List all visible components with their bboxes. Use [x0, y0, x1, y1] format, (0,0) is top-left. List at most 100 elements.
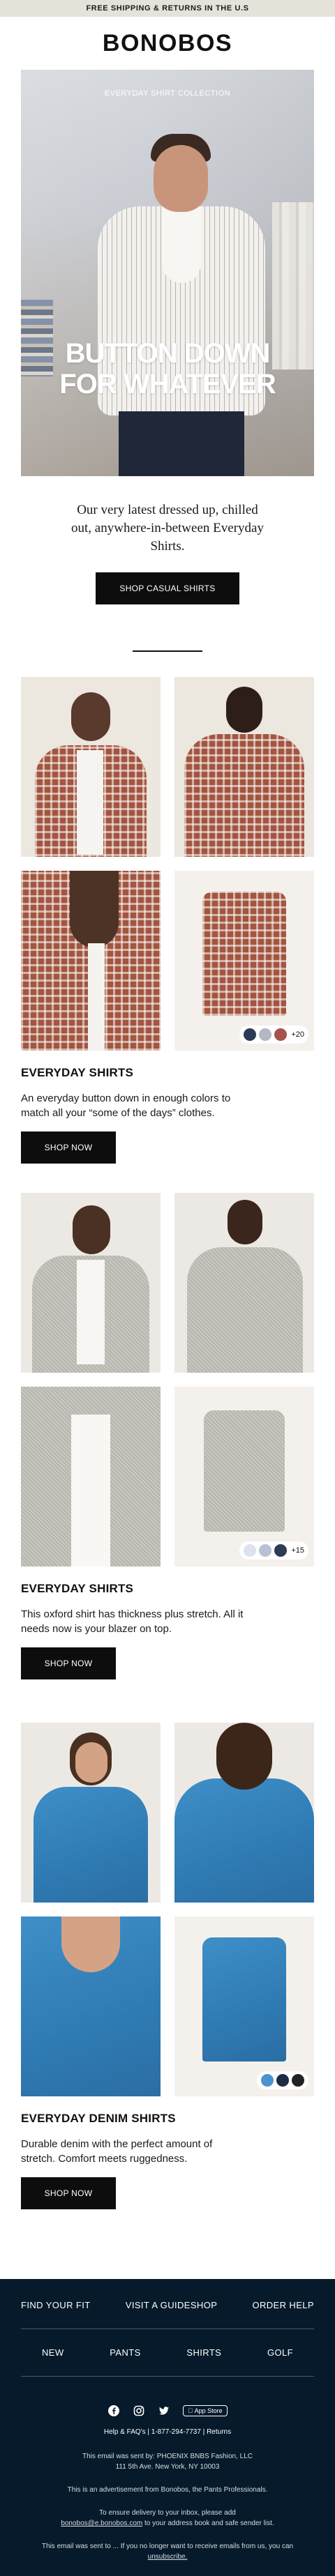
model-hair-back-graphic [216, 1723, 272, 1790]
shop-now-button[interactable]: SHOP NOW [21, 1131, 116, 1164]
flat-shirt-graphic [202, 892, 286, 1016]
social-links:  App Store [21, 2404, 314, 2417]
footer-nav-primary: FIND YOUR FIT VISIT A GUIDESHOP ORDER HE… [21, 2300, 314, 2310]
product-image-flat[interactable]: +15 [174, 1387, 314, 1567]
app-store-badge[interactable]:  App Store [183, 2405, 228, 2416]
flat-shirt-graphic [202, 1937, 286, 2061]
shirt-graphic [34, 1787, 148, 1903]
swatch-1[interactable] [261, 2074, 274, 2087]
undershirt-detail-graphic [71, 1415, 110, 1567]
hero-banner[interactable]: EVERYDAY SHIRT COLLECTION BUTTON DOWN FO… [21, 70, 314, 476]
shipping-banner[interactable]: FREE SHIPPING & RETURNS IN THE U.S [0, 0, 335, 17]
product-image-back[interactable] [174, 1193, 314, 1373]
color-swatches[interactable]: +20 [239, 1026, 308, 1044]
product-image-flat[interactable] [174, 1916, 314, 2096]
shipping-banner-text: FREE SHIPPING & RETURNS IN THE U.S [86, 4, 249, 13]
shop-now-button[interactable]: SHOP NOW [21, 2177, 116, 2209]
product-image-front[interactable] [21, 677, 161, 857]
product-section-check-shirts: +20 EVERYDAY SHIRTS An everyday button d… [0, 677, 335, 1164]
twitter-icon[interactable] [158, 2404, 170, 2417]
footer-address: 111 5th Ave. New York, NY 10003 [115, 2463, 220, 2471]
footer-legal-sender: This email was sent by: PHOENIX BNBS Fas… [21, 2451, 314, 2472]
product-image-flat[interactable]: +20 [174, 871, 314, 1051]
footer-link-pants[interactable]: PANTS [110, 2347, 140, 2358]
product-image-back[interactable] [174, 1723, 314, 1903]
shop-now-button[interactable]: SHOP NOW [21, 1647, 116, 1679]
hero-model-tee [162, 206, 201, 283]
product-image-detail[interactable] [21, 1387, 161, 1567]
model-head-back-graphic [228, 1200, 262, 1244]
hero-collection-label: EVERYDAY SHIRT COLLECTION [104, 89, 231, 98]
swatch-1[interactable] [244, 1544, 257, 1557]
model-head-graphic [71, 692, 110, 741]
color-swatches[interactable] [257, 2071, 308, 2089]
swatch-1[interactable] [244, 1028, 257, 1041]
swatch-3[interactable] [274, 1028, 288, 1041]
footer-link-find-your-fit[interactable]: FIND YOUR FIT [21, 2300, 91, 2310]
facebook-icon[interactable] [107, 2404, 120, 2417]
product-image-detail[interactable] [21, 871, 161, 1051]
footer-unsubscribe-notice: This email was sent to ... If you no lon… [21, 2541, 314, 2562]
product-image-front[interactable] [21, 1193, 161, 1373]
apple-icon:  [188, 2407, 193, 2414]
footer-sent-by: This email was sent by: PHOENIX BNBS Fas… [82, 2453, 253, 2460]
color-swatches[interactable]: +15 [239, 1541, 308, 1560]
model-neck-graphic [70, 871, 119, 947]
footer-nav-categories: NEW PANTS SHIRTS GOLF [21, 2347, 314, 2358]
footer-link-visit-guideshop[interactable]: VISIT A GUIDESHOP [126, 2300, 218, 2310]
footer-link-golf[interactable]: GOLF [267, 2347, 293, 2358]
section-divider [133, 650, 202, 652]
footer-delivery-email-link[interactable]: bonobos@e.bonobos.com [61, 2520, 142, 2527]
footer-delivery-line1: To ensure delivery to your inbox, please… [99, 2509, 236, 2517]
footer-delivery-notice: To ensure delivery to your inbox, please… [21, 2508, 314, 2529]
hero-headline-line2: FOR WHATEVER [59, 369, 276, 399]
hero-headline-line1: BUTTON DOWN [65, 338, 271, 369]
undershirt-graphic [77, 750, 103, 855]
product-title: EVERYDAY SHIRTS [21, 1066, 134, 1079]
hero-model-pants [119, 411, 244, 476]
model-neck-graphic [61, 1916, 120, 1972]
more-colors-count[interactable]: +20 [291, 1030, 304, 1039]
shop-casual-shirts-button[interactable]: SHOP CASUAL SHIRTS [96, 572, 239, 604]
product-title: EVERYDAY SHIRTS [21, 1582, 134, 1595]
product-description: An everyday button down in enough colors… [21, 1092, 231, 1119]
product-image-front[interactable] [21, 1723, 161, 1903]
app-store-label: App Store [191, 2407, 223, 2414]
product-description: This oxford shirt has thickness plus str… [21, 1608, 244, 1635]
product-description: Durable denim with the perfect amount of… [21, 2138, 213, 2165]
undershirt-graphic [77, 1260, 105, 1364]
instagram-icon[interactable] [133, 2404, 145, 2417]
swatch-2[interactable] [259, 1544, 272, 1557]
footer-link-new[interactable]: NEW [42, 2347, 64, 2358]
brand-logo-text: BONOBOS [102, 29, 233, 56]
swatch-3[interactable] [292, 2074, 304, 2087]
brand-logo[interactable]: BONOBOS [0, 17, 335, 70]
model-head-graphic [73, 1205, 110, 1254]
model-head-back-graphic [226, 687, 262, 733]
footer-link-order-help[interactable]: ORDER HELP [252, 2300, 314, 2310]
product-image-detail[interactable] [21, 1916, 161, 2096]
hero-headline: BUTTON DOWN FOR WHATEVER [21, 338, 314, 399]
swatch-2[interactable] [259, 1028, 272, 1041]
placket-graphic [88, 943, 105, 1051]
shirt-back-graphic [174, 1778, 314, 1903]
footer-help-links[interactable]: Help & FAQ's | 1-877-294-7737 | Returns [21, 2428, 314, 2436]
footer-link-shirts[interactable]: SHIRTS [186, 2347, 221, 2358]
footer-unsubscribe-text: This email was sent to ... If you no lon… [41, 2543, 294, 2550]
more-colors-count[interactable]: +15 [291, 1546, 304, 1555]
unsubscribe-link[interactable]: unsubscribe. [21, 2552, 314, 2562]
shirt-back-graphic [184, 734, 304, 857]
shirt-back-graphic [187, 1247, 303, 1373]
product-image-back[interactable] [174, 677, 314, 857]
footer-advertisement-notice: This is an advertisement from Bonobos, t… [67, 2486, 268, 2494]
swatch-2[interactable] [276, 2074, 289, 2087]
footer-divider [21, 2376, 314, 2377]
hero-model-head [154, 145, 208, 212]
swatch-3[interactable] [274, 1544, 288, 1557]
hero-model [98, 134, 265, 476]
model-head-graphic [75, 1742, 107, 1783]
product-title: EVERYDAY DENIM SHIRTS [21, 2112, 176, 2125]
footer-delivery-line2-rest: to your address book and safe sender lis… [142, 2520, 274, 2527]
product-section-denim-shirts: EVERYDAY DENIM SHIRTS Durable denim with… [0, 1723, 335, 2209]
flat-shirt-graphic [204, 1410, 285, 1532]
